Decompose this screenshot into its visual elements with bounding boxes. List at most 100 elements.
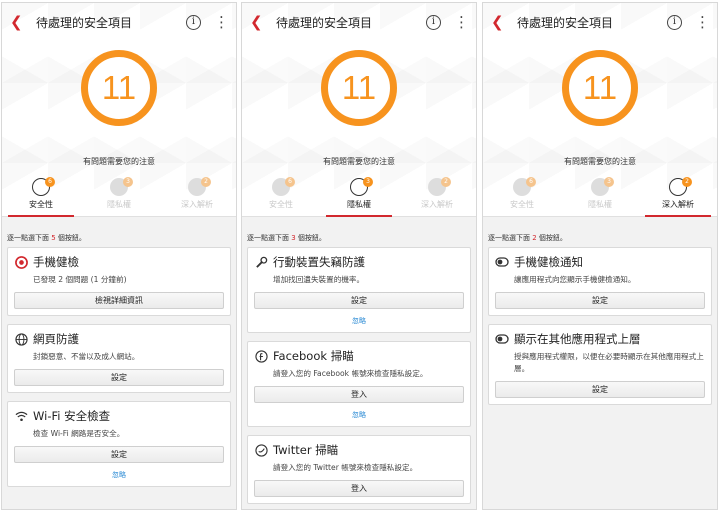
settings-button[interactable]: 設定 [495, 292, 705, 309]
card-description: 授與應用程式權限，以便在必要時顯示在其他應用程式上層。 [514, 352, 704, 373]
facebook-icon [254, 349, 268, 363]
info-icon[interactable]: i [426, 14, 441, 30]
globe-icon [14, 332, 28, 346]
tab-label: 深入解析 [421, 200, 453, 209]
card-description: 檢查 Wi-Fi 網路是否安全。 [33, 429, 125, 438]
issue-count-ring: 11 [562, 50, 638, 126]
card-draw-over-apps: 顯示在其他應用程式上層 授與應用程式權限，以便在必要時顯示在其他應用程式上層。 … [488, 324, 712, 405]
tab-insights[interactable]: 2 深入解析 [639, 173, 717, 217]
ignore-link[interactable]: 忽略 [14, 470, 224, 480]
twitter-icon [254, 443, 268, 457]
tab-label: 深入解析 [662, 200, 694, 209]
card-title: 行動裝置失竊防護 [273, 255, 365, 269]
tab-badge: 2 [441, 177, 451, 187]
tab-badge: 6 [526, 177, 536, 187]
card-twitter-scan: Twitter 掃瞄 請登入您的 Twitter 帳號來檢查隱私設定。 登入 [247, 435, 471, 504]
tab-badge: 6 [285, 177, 295, 187]
tab-badge: 3 [604, 177, 614, 187]
phone-screen-security: ❮ 待處理的安全項目 i ⋮ 11 有問題需要您的注意 6 安全性 3 隱私權 [1, 2, 237, 510]
page-title: 待處理的安全項目 [276, 15, 373, 30]
tab-label: 安全性 [29, 200, 53, 209]
card-checkup-notification: 手機健檢通知 讓應用程式向您顯示手機健檢通知。 設定 [488, 247, 712, 316]
card-description: 封鎖惡意、不當以及成人網站。 [33, 352, 140, 361]
card-description: 請登入您的 Twitter 帳號來檢查隱私設定。 [273, 463, 418, 472]
card-title: 手機健檢通知 [514, 255, 583, 269]
card-title: 網頁防護 [33, 332, 79, 346]
page-title: 待處理的安全項目 [517, 15, 614, 30]
category-tabs: 6 安全性 3 隱私權 2 深入解析 [483, 173, 717, 217]
tab-security[interactable]: 6 安全性 [242, 173, 320, 216]
tab-label: 安全性 [510, 200, 534, 209]
back-arrow-icon[interactable]: ❮ [250, 13, 272, 31]
info-icon[interactable]: i [186, 14, 201, 30]
settings-button[interactable]: 設定 [14, 446, 224, 463]
card-title: Wi-Fi 安全檢查 [33, 409, 111, 423]
screenshot-stage: ❮ 待處理的安全項目 i ⋮ 11 有問題需要您的注意 6 安全性 3 隱私權 [0, 0, 720, 514]
card-title: 手機健檢 [33, 255, 79, 269]
issue-count-ring: 11 [81, 50, 157, 126]
wifi-icon [14, 409, 28, 423]
more-options-icon[interactable]: ⋮ [214, 15, 229, 30]
tab-label: 隱私權 [588, 200, 612, 209]
toggle-icon [495, 332, 509, 346]
settings-button[interactable]: 設定 [254, 292, 464, 309]
tab-privacy[interactable]: 3 隱私權 [80, 173, 158, 216]
back-arrow-icon[interactable]: ❮ [491, 13, 513, 31]
tab-insights[interactable]: 2 深入解析 [398, 173, 476, 216]
category-tabs: 6 安全性 3 隱私權 2 深入解析 [242, 173, 476, 217]
issue-count: 11 [101, 69, 137, 106]
card-theft-protection: 行動裝置失竊防護 增加找回遺失裝置的機率。 設定 忽略 [247, 247, 471, 333]
phone-screen-insights: ❮ 待處理的安全項目 i ⋮ 11 有問題需要您的注意 6 安全性 3 隱私權 [482, 2, 718, 510]
card-description: 增加找回遺失裝置的機率。 [273, 275, 365, 284]
tab-label: 隱私權 [347, 200, 371, 209]
issue-count: 11 [582, 69, 618, 106]
instruction-text: 逐一點選下面 2 個按鈕。 [488, 234, 567, 242]
login-button[interactable]: 登入 [254, 386, 464, 403]
wrench-icon [254, 255, 268, 269]
instruction-text: 逐一點選下面 3 個按鈕。 [247, 234, 326, 242]
settings-button[interactable]: 設定 [14, 369, 224, 386]
login-button[interactable]: 登入 [254, 480, 464, 497]
tab-insights[interactable]: 2 深入解析 [158, 173, 236, 216]
attention-text: 有問題需要您的注意 [564, 157, 636, 166]
card-title: Facebook 掃瞄 [273, 349, 354, 363]
issue-count: 11 [341, 69, 377, 106]
tab-label: 安全性 [269, 200, 293, 209]
app-bar: ❮ 待處理的安全項目 i ⋮ [483, 3, 717, 41]
category-tabs: 6 安全性 3 隱私權 2 深入解析 [2, 173, 236, 217]
summary-header: ❮ 待處理的安全項目 i ⋮ 11 有問題需要您的注意 6 安全性 3 隱私權 [2, 3, 236, 217]
summary-header: ❮ 待處理的安全項目 i ⋮ 11 有問題需要您的注意 6 安全性 3 隱私權 [242, 3, 476, 217]
phone-screen-privacy: ❮ 待處理的安全項目 i ⋮ 11 有問題需要您的注意 6 安全性 3 隱私權 [241, 2, 477, 510]
card-title: Twitter 掃瞄 [273, 443, 339, 457]
card-web-protection: 網頁防護 封鎖惡意、不當以及成人網站。 設定 [7, 324, 231, 393]
tab-label: 深入解析 [181, 200, 213, 209]
view-details-button[interactable]: 檢視詳細資訊 [14, 292, 224, 309]
instruction-text: 逐一點選下面 5 個按鈕。 [7, 234, 86, 242]
tab-security[interactable]: 6 安全性 [2, 173, 80, 217]
more-options-icon[interactable]: ⋮ [454, 15, 469, 30]
tab-privacy[interactable]: 3 隱私權 [320, 173, 398, 217]
toggle-icon [495, 255, 509, 269]
back-arrow-icon[interactable]: ❮ [10, 13, 32, 31]
card-title: 顯示在其他應用程式上層 [514, 332, 641, 346]
tab-badge: 3 [363, 177, 373, 187]
card-description: 讓應用程式向您顯示手機健檢通知。 [514, 275, 636, 284]
card-facebook-scan: Facebook 掃瞄 請登入您的 Facebook 帳號來檢查隱私設定。 登入… [247, 341, 471, 427]
summary-header: ❮ 待處理的安全項目 i ⋮ 11 有問題需要您的注意 6 安全性 3 隱私權 [483, 3, 717, 217]
card-description: 請登入您的 Facebook 帳號來檢查隱私設定。 [273, 369, 428, 378]
tab-security[interactable]: 6 安全性 [483, 173, 561, 216]
settings-button[interactable]: 設定 [495, 381, 705, 398]
more-options-icon[interactable]: ⋮ [695, 15, 710, 30]
issue-count-ring: 11 [321, 50, 397, 126]
attention-text: 有問題需要您的注意 [83, 157, 155, 166]
card-wifi-check: Wi-Fi 安全檢查 檢查 Wi-Fi 網路是否安全。 設定 忽略 [7, 401, 231, 487]
tab-privacy[interactable]: 3 隱私權 [561, 173, 639, 216]
tab-badge: 3 [123, 177, 133, 187]
ignore-link[interactable]: 忽略 [254, 316, 464, 326]
page-title: 待處理的安全項目 [36, 15, 133, 30]
tab-label: 隱私權 [107, 200, 131, 209]
ignore-link[interactable]: 忽略 [254, 410, 464, 420]
tab-badge: 6 [45, 177, 55, 187]
info-icon[interactable]: i [667, 14, 682, 30]
card-description: 已發現 2 個問題 (1 分鐘前) [33, 275, 127, 284]
